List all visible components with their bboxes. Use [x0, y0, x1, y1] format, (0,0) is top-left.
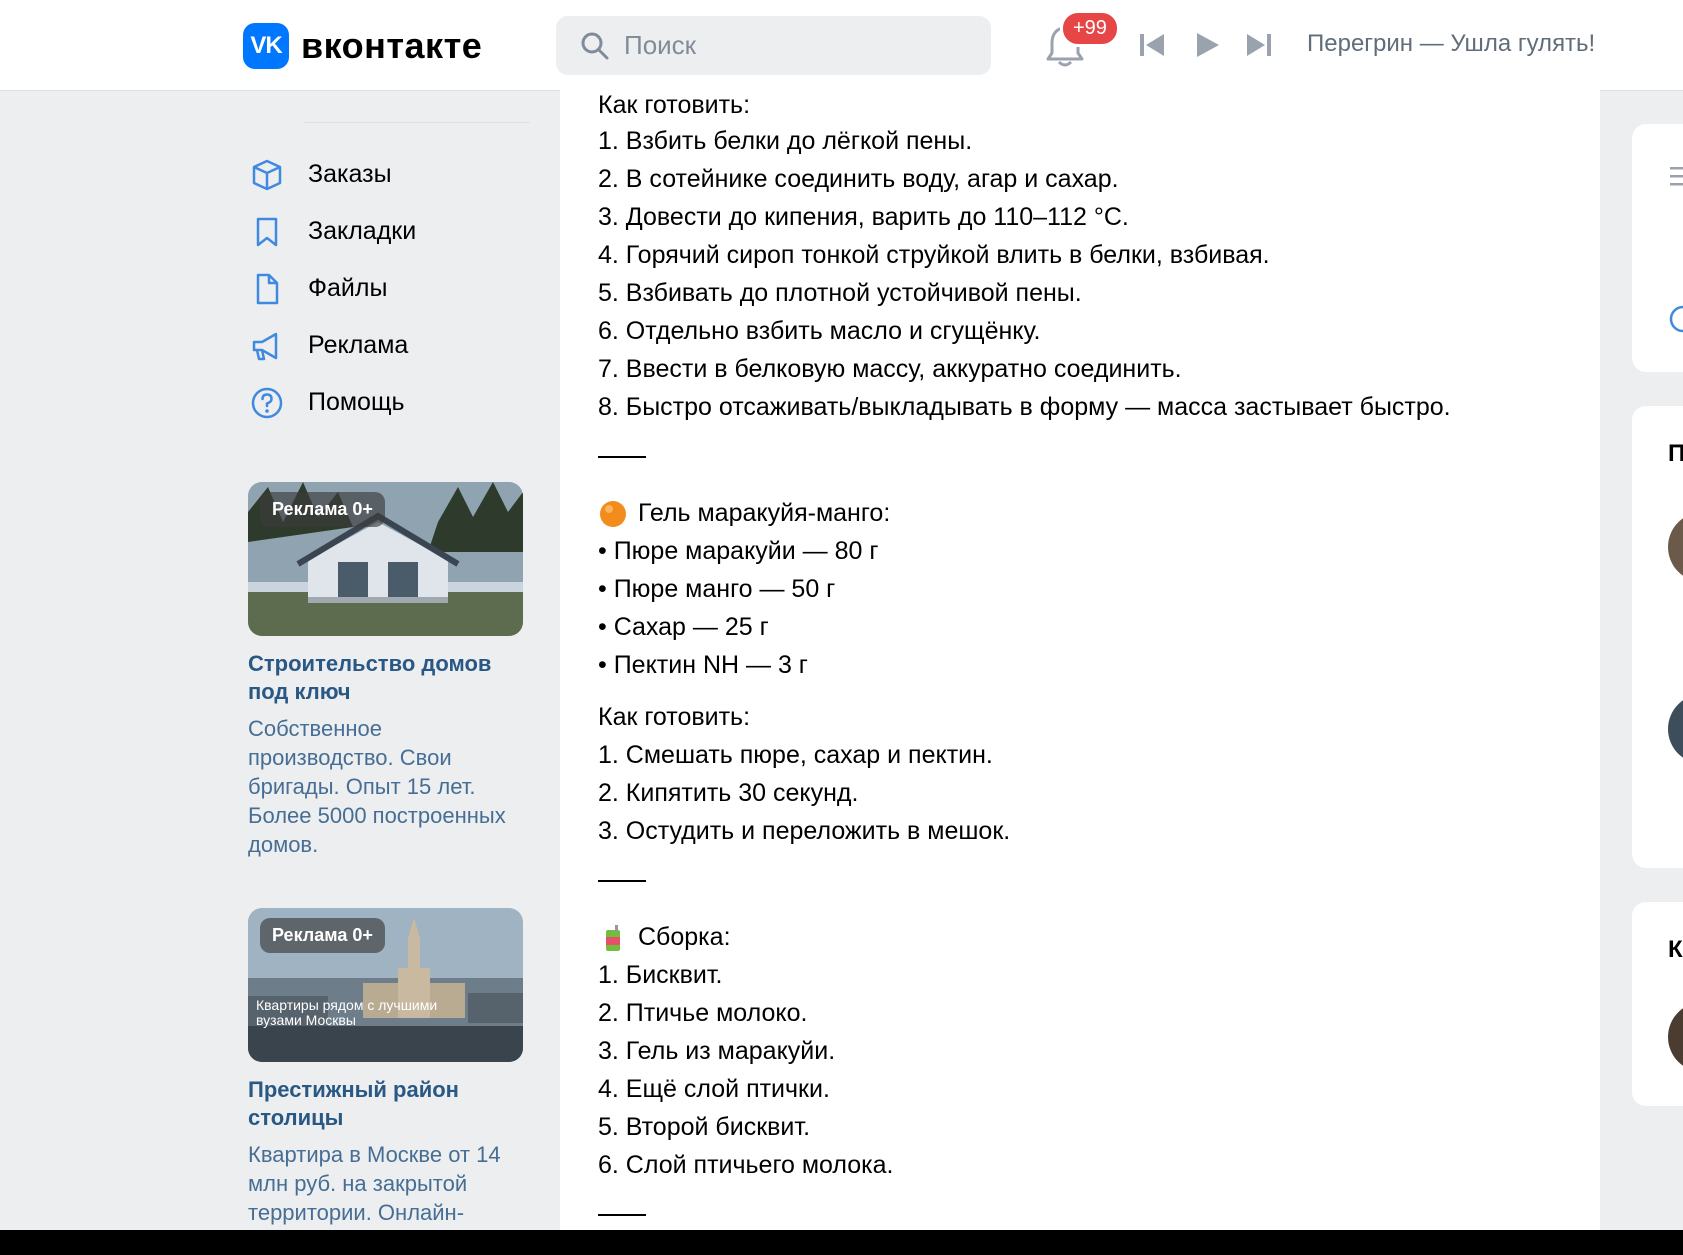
vk-logo-mark: VK: [243, 23, 289, 69]
orange-circle-icon: [600, 501, 626, 528]
assembly-step: 1. Бисквит.: [598, 961, 723, 989]
ad-image-caption: Квартиры рядом с лучшими вузами Москвы: [256, 997, 438, 1028]
ad-image-city[interactable]: Реклама 0+ Квартиры рядом с лучшими вуза…: [248, 908, 523, 1062]
ingredient-item: • Пюре маракуйи — 80 г: [598, 537, 879, 565]
post-content-panel: Как готовить: 1. Взбить белки до лёгкой …: [560, 90, 1600, 1230]
ad-label: Реклама 0+: [260, 918, 385, 953]
nav-item-orders[interactable]: Заказы: [248, 146, 416, 203]
bookmark-icon: [248, 213, 286, 251]
search-input[interactable]: [622, 29, 966, 62]
search-box[interactable]: [556, 16, 991, 75]
card-title: К: [1668, 936, 1683, 963]
section-separator: [598, 850, 1588, 906]
method-step: 1. Взбить белки до лёгкой пены.: [598, 127, 973, 155]
nav-item-label: Помощь: [308, 388, 405, 416]
ad-block-apartments[interactable]: Реклама 0+ Квартиры рядом с лучшими вуза…: [248, 908, 523, 1227]
nav-item-label: Заказы: [308, 160, 392, 188]
method-step: 6. Отдельно взбить масло и сгущёнку.: [598, 317, 1041, 345]
search-icon: [581, 32, 609, 59]
gel-step: 2. Кипятить 30 секунд.: [598, 779, 859, 807]
gel-method-heading: Как готовить:: [598, 703, 751, 731]
method-step: 4. Горячий сироп тонкой струйкой влить в…: [598, 241, 1270, 269]
avatar[interactable]: [1668, 512, 1683, 582]
megaphone-icon: [248, 327, 286, 365]
method-step: 3. Довести до кипения, варить до 110–112…: [598, 203, 1129, 231]
ad-block-houses[interactable]: Реклама 0+ Строительство домов под ключ …: [248, 482, 523, 859]
method-step: 7. Ввести в белковую массу, аккуратно со…: [598, 355, 1182, 383]
nav-item-label: Файлы: [308, 274, 388, 302]
ad-title[interactable]: Строительство домов под ключ: [248, 650, 523, 706]
previous-track-icon[interactable]: [1137, 30, 1167, 60]
method-step: 2. В сотейнике соединить воду, агар и са…: [598, 165, 1119, 193]
gel-heading: Гель маракуйя-манго:: [638, 499, 891, 527]
vk-logo[interactable]: VK вконтакте: [243, 23, 482, 69]
avatar[interactable]: [1668, 1002, 1683, 1072]
gel-step: 1. Смешать пюре, сахар и пектин.: [598, 741, 993, 769]
assembly-step: 5. Второй бисквит.: [598, 1113, 811, 1141]
left-nav: Заказы Закладки Файлы Реклама Помощь: [248, 146, 416, 431]
ad-label: Реклама 0+: [260, 492, 385, 527]
method-step: 5. Взбивать до плотной устойчивой пены.: [598, 279, 1082, 307]
nav-item-label: Закладки: [308, 217, 417, 245]
nav-divider: [304, 122, 530, 123]
right-card-people: П: [1632, 406, 1683, 868]
help-icon: [248, 384, 286, 422]
card-title: П: [1668, 440, 1683, 467]
right-card-communities: К: [1632, 902, 1683, 1106]
ingredient-item: • Пюре манго — 50 г: [598, 575, 836, 603]
juice-box-icon: [606, 925, 620, 952]
next-track-icon[interactable]: [1244, 30, 1274, 60]
nav-item-label: Реклама: [308, 331, 409, 359]
ad-description[interactable]: Квартира в Москве от 14 млн руб. на закр…: [248, 1140, 523, 1227]
play-icon[interactable]: [1192, 30, 1222, 60]
ingredient-item: • Пектин NH — 3 г: [598, 651, 808, 679]
section-separator: [598, 426, 1588, 482]
method-heading: Как готовить:: [598, 91, 751, 119]
nav-item-ads[interactable]: Реклама: [248, 317, 416, 374]
ad-image-house[interactable]: Реклама 0+: [248, 482, 523, 636]
assembly-heading: Сборка:: [638, 923, 731, 951]
vk-logo-text: вконтакте: [301, 25, 483, 66]
notifications-badge: +99: [1060, 10, 1120, 47]
ad-title[interactable]: Престижный район столицы: [248, 1076, 523, 1132]
right-card-menu[interactable]: [1632, 124, 1683, 372]
nav-item-files[interactable]: Файлы: [248, 260, 416, 317]
nav-item-help[interactable]: Помощь: [248, 374, 416, 431]
assembly-step: 6. Слой птичьего молока.: [598, 1151, 894, 1179]
assembly-step: 3. Гель из маракуйи.: [598, 1037, 836, 1065]
circle-icon[interactable]: [1668, 304, 1683, 334]
menu-icon[interactable]: [1670, 164, 1683, 190]
nav-item-bookmarks[interactable]: Закладки: [248, 203, 416, 260]
box-icon: [248, 156, 286, 194]
top-header: VK вконтакте +99 Перегрин — Ушла гулять!: [0, 0, 1683, 91]
method-step: 8. Быстро отсаживать/выкладывать в форму…: [598, 393, 1451, 421]
ingredient-item: • Сахар — 25 г: [598, 613, 769, 641]
ad-description[interactable]: Собственное производство. Свои бригады. …: [248, 714, 523, 859]
gel-heading-row: Гель маракуйя-манго:: [598, 494, 1588, 532]
assembly-heading-row: Сборка:: [598, 918, 1588, 956]
gel-step: 3. Остудить и переложить в мешок.: [598, 817, 1011, 845]
avatar[interactable]: [1668, 694, 1683, 764]
bottom-bar: [0, 1230, 1683, 1255]
recipe-post: Как готовить: 1. Взбить белки до лёгкой …: [598, 90, 1588, 1240]
now-playing-track[interactable]: Перегрин — Ушла гулять!: [1307, 30, 1595, 58]
assembly-step: 2. Птичье молоко.: [598, 999, 808, 1027]
assembly-step: 4. Ещё слой птички.: [598, 1075, 830, 1103]
file-icon: [248, 270, 286, 308]
